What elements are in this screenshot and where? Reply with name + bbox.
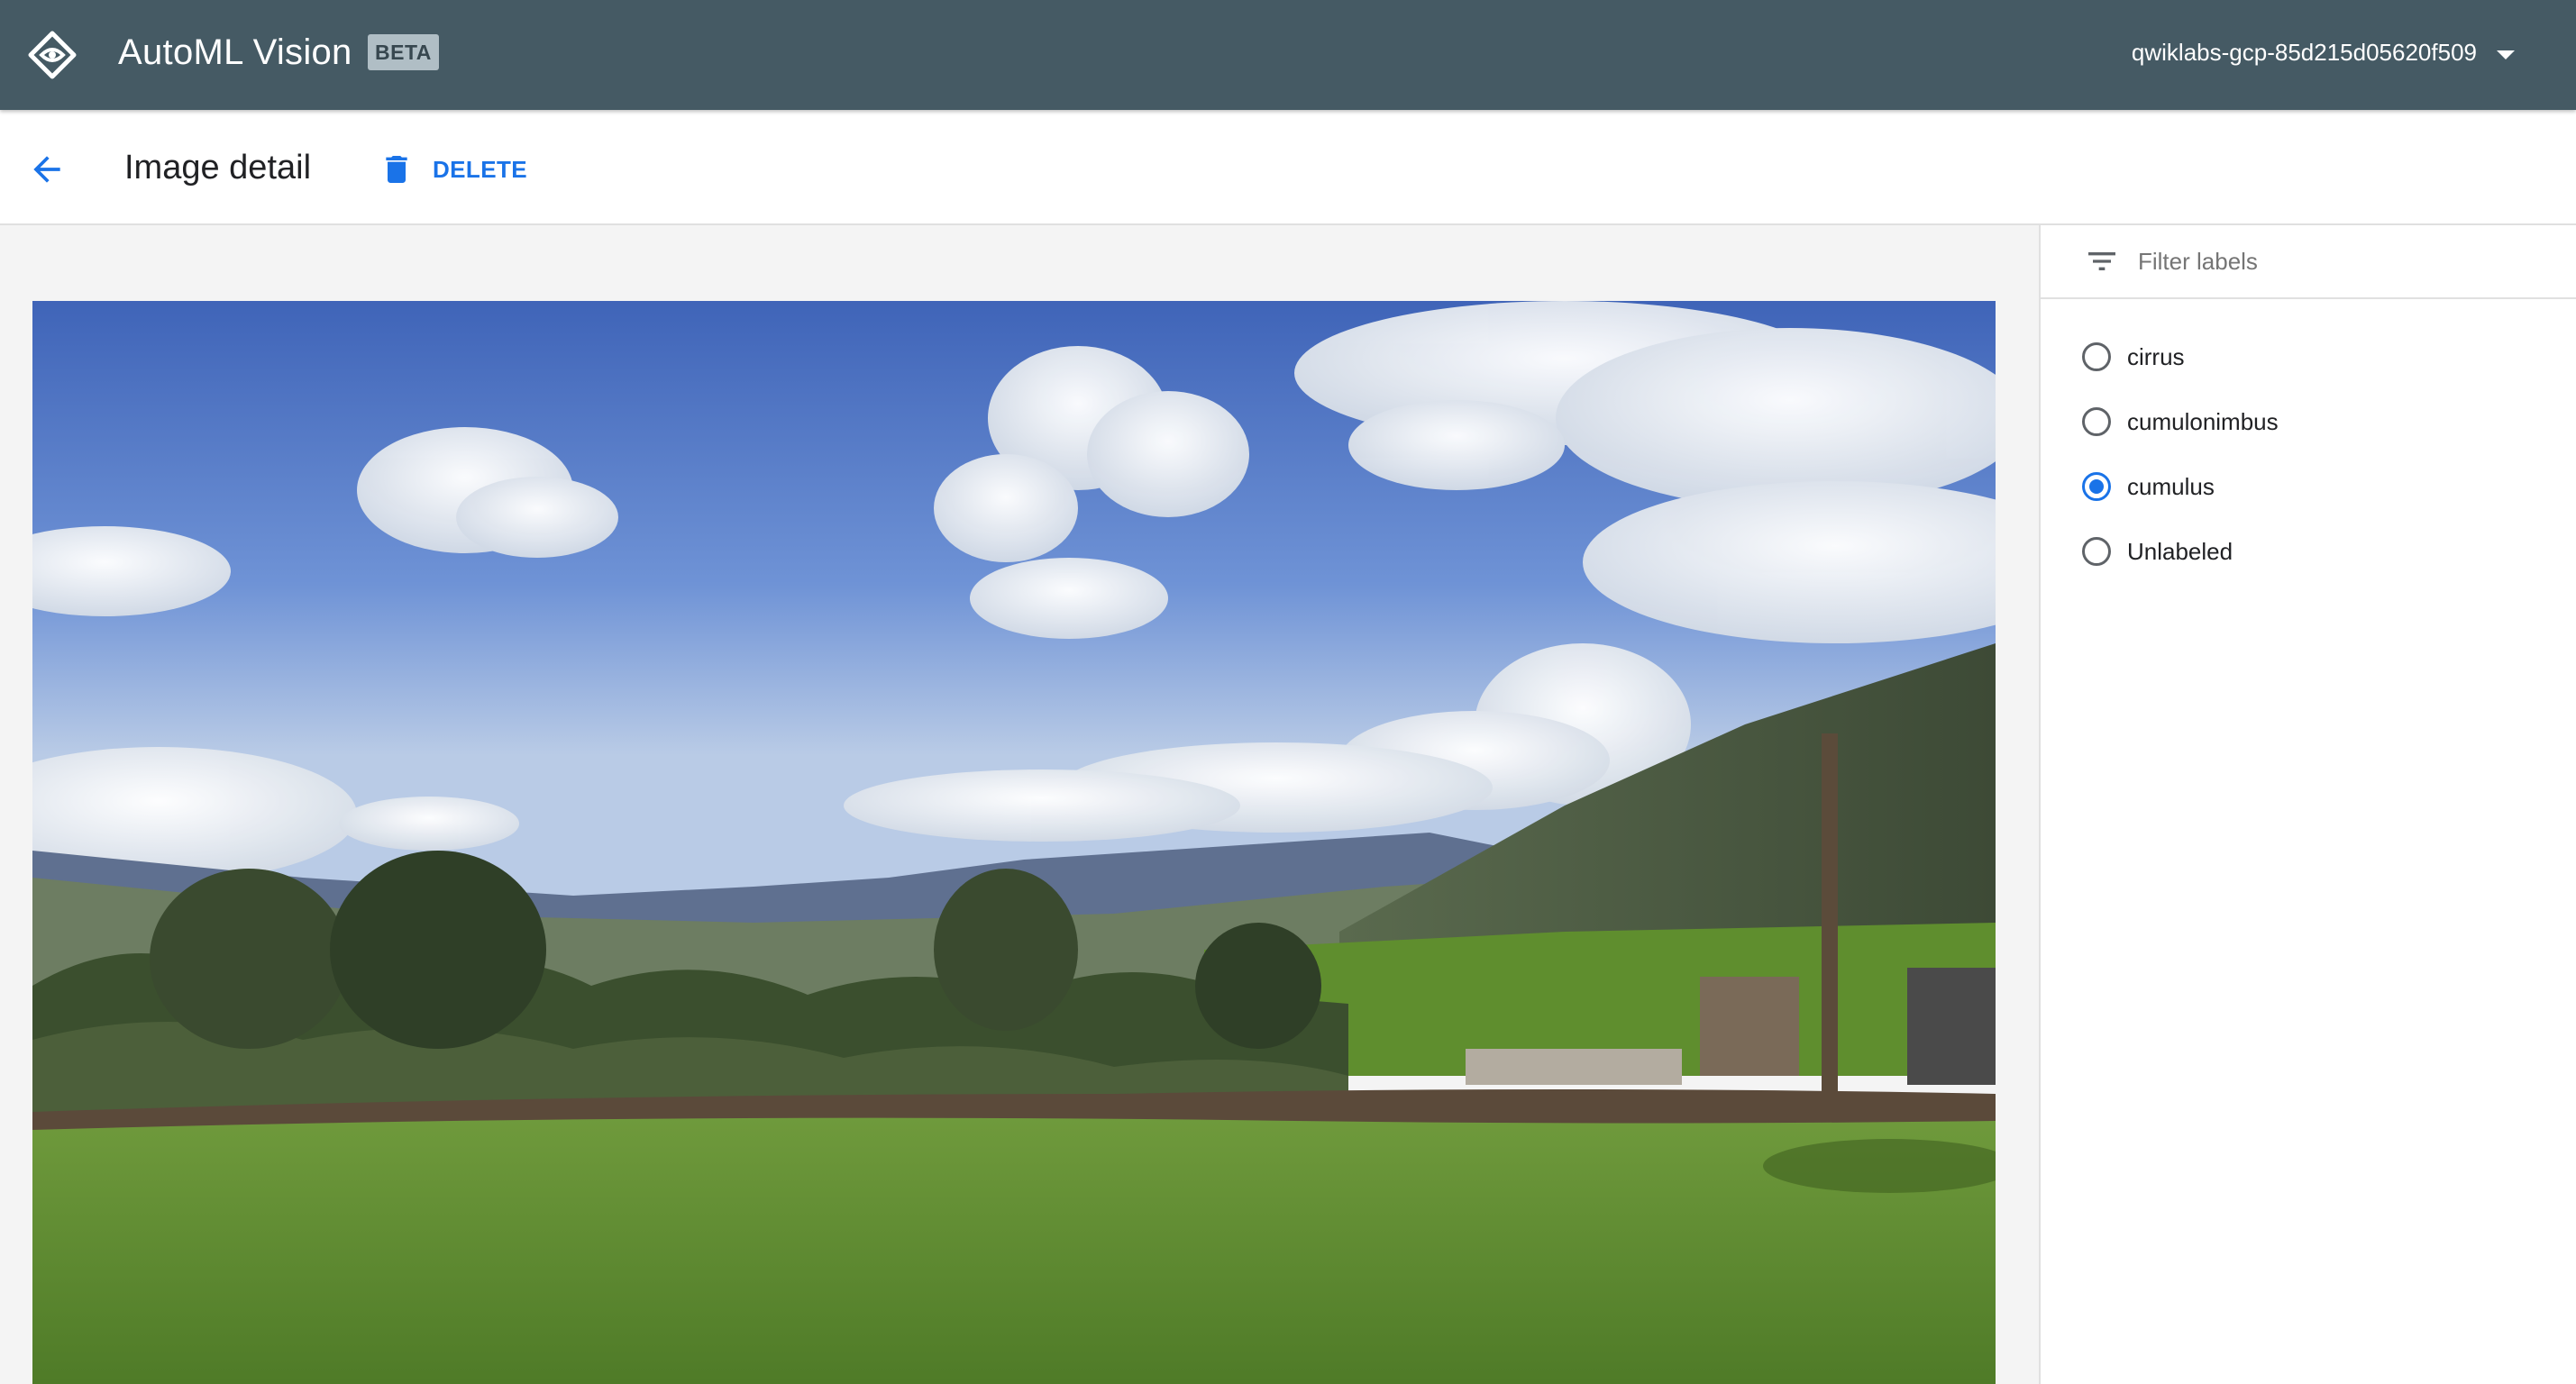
radio-button[interactable]	[2082, 407, 2111, 436]
delete-label: DELETE	[433, 155, 527, 183]
utility-pole	[1822, 733, 1838, 1112]
product-name: AutoML Vision	[118, 32, 352, 72]
app-bar: AutoML Vision BETA qwiklabs-gcp-85d215d0…	[0, 0, 2576, 110]
label-option-unlabeled[interactable]: Unlabeled	[2041, 519, 2576, 584]
page-title: Image detail	[124, 149, 312, 187]
page-header: Image detail DELETE	[0, 110, 2576, 225]
radio-button-selected[interactable]	[2082, 472, 2111, 501]
landscape-photo	[32, 301, 1996, 1384]
back-button[interactable]	[20, 142, 74, 196]
automl-logo-icon[interactable]	[27, 30, 78, 80]
radio-button[interactable]	[2082, 342, 2111, 371]
caret-down-icon	[2497, 50, 2515, 59]
radio-button[interactable]	[2082, 537, 2111, 566]
label-option-cumulonimbus[interactable]: cumulonimbus	[2041, 389, 2576, 454]
label-list: cirrus cumulonimbus cumulus Unlabeled	[2041, 324, 2576, 584]
trash-icon	[379, 151, 415, 187]
labels-panel: cirrus cumulonimbus cumulus Unlabeled	[2039, 225, 2576, 1384]
label-text: cumulonimbus	[2127, 407, 2279, 435]
project-selector[interactable]: qwiklabs-gcp-85d215d05620f509	[2132, 27, 2515, 77]
filter-labels-input[interactable]	[2136, 238, 2551, 285]
label-text: cumulus	[2127, 472, 2215, 500]
delete-button[interactable]: DELETE	[379, 144, 527, 195]
label-text: cirrus	[2127, 342, 2185, 370]
image-viewer	[0, 225, 2039, 1384]
label-option-cumulus[interactable]: cumulus	[2041, 454, 2576, 519]
beta-badge: BETA	[368, 34, 439, 70]
arrow-back-icon	[33, 156, 60, 183]
label-option-cirrus[interactable]: cirrus	[2041, 324, 2576, 389]
filter-list-icon	[2088, 252, 2115, 270]
filter-bar	[2041, 225, 2576, 299]
shed	[1700, 977, 1799, 1076]
label-text: Unlabeled	[2127, 537, 2233, 565]
project-name: qwiklabs-gcp-85d215d05620f509	[2131, 39, 2477, 66]
